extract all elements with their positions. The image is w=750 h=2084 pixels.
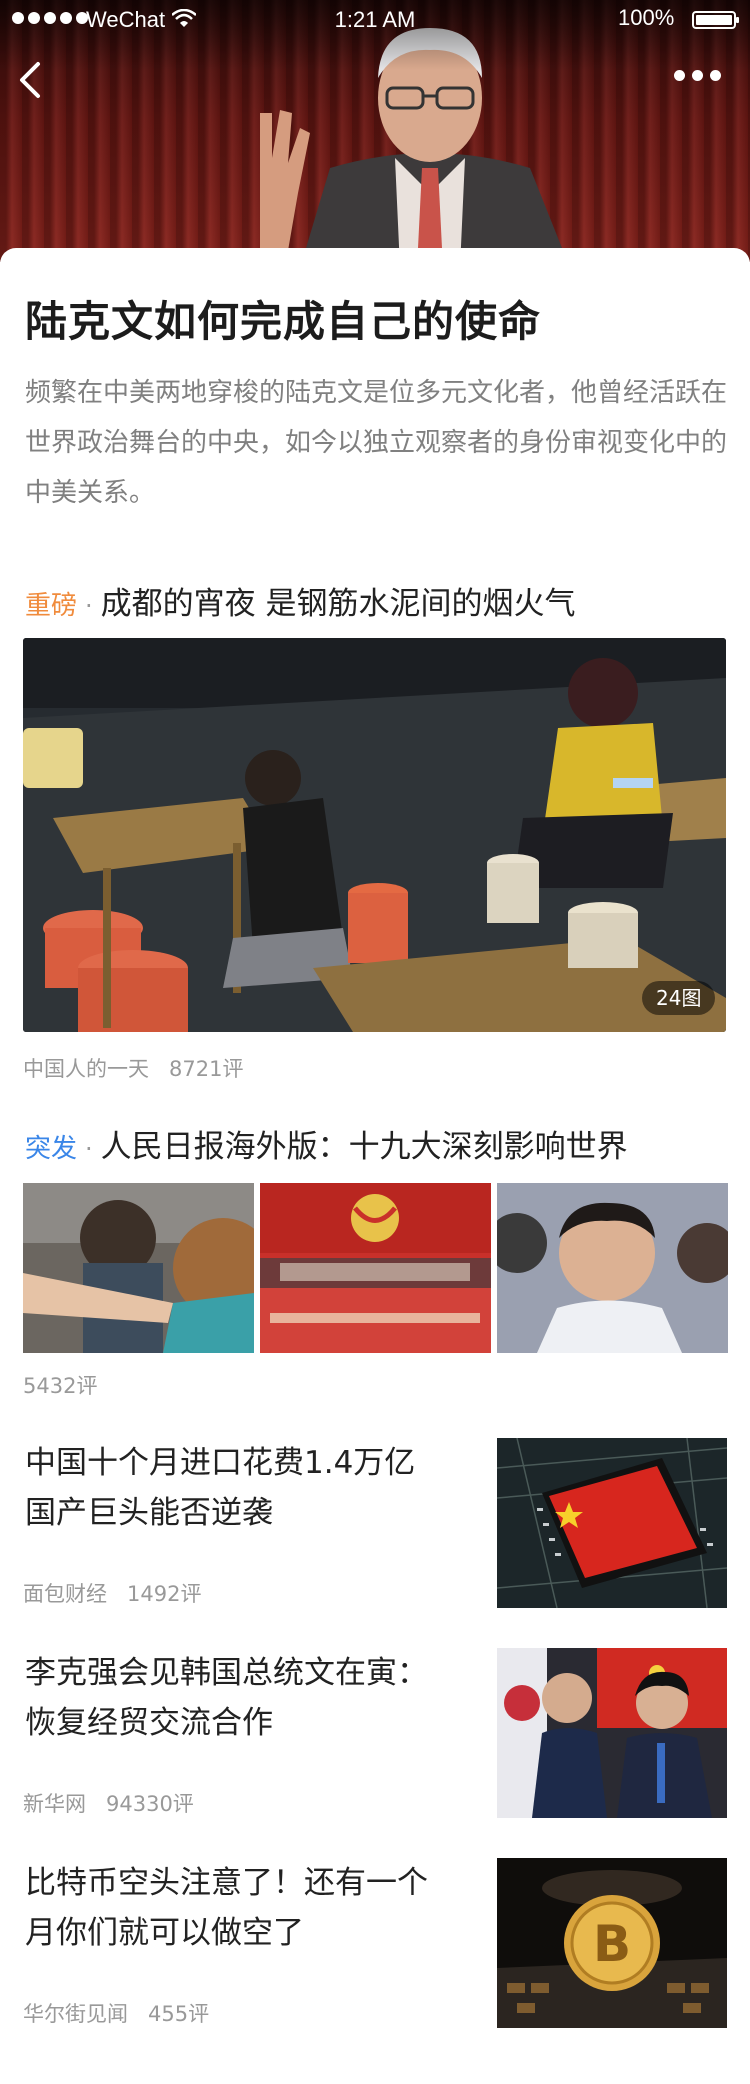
status-bar: WeChat 1:21 AM 100%: [0, 0, 750, 40]
svg-text:B: B: [593, 1915, 631, 1973]
topic-description: 频繁在中美两地穿梭的陆克文是位多元文化者，他曾经活跃在世界政治舞台的中央，如今以…: [25, 378, 728, 508]
article-source: 新华网: [23, 1792, 86, 1816]
xi-jinping-photo[interactable]: [497, 1183, 728, 1353]
thumbnail-strip[interactable]: [23, 1183, 728, 1353]
article-meta: 中国人的一天 8721评: [23, 1053, 243, 1083]
article-source: 中国人的一天: [23, 1057, 149, 1081]
article-title[interactable]: 比特币空头注意了！还有一个月你们就可以做空了: [25, 1858, 445, 1958]
article-meta: 面包财经 1492评: [23, 1578, 201, 1608]
article-meta: 5432评: [23, 1370, 97, 1400]
article-source: 华尔街见闻: [23, 2002, 128, 2026]
article-meta: 华尔街见闻 455评: [23, 1998, 209, 2028]
battery-icon: [692, 11, 739, 29]
article-headline[interactable]: 重磅 · 成都的宵夜 是钢筋水泥间的烟火气: [25, 578, 576, 623]
bitcoin-photo[interactable]: B: [497, 1858, 727, 2028]
article-tag: 重磅: [25, 591, 78, 621]
topic-title: 陆克文如何完成自己的使命: [25, 297, 542, 346]
comment-count: 1492评: [127, 1582, 202, 1606]
wifi-icon: [172, 9, 196, 27]
back-button[interactable]: [14, 58, 46, 102]
article-title: 成都的宵夜 是钢筋水泥间的烟火气: [100, 586, 576, 622]
bullet-separator: ·: [85, 1135, 93, 1163]
night-market-photo[interactable]: [23, 638, 726, 1032]
crowd-photo[interactable]: [23, 1183, 254, 1353]
leaders-meeting-photo[interactable]: [497, 1648, 727, 1818]
topic-content: 陆克文如何完成自己的使命 频繁在中美两地穿梭的陆克文是位多元文化者，他曾经活跃在…: [0, 248, 750, 2084]
article-meta: 新华网 94330评: [23, 1788, 194, 1818]
article-title[interactable]: 李克强会见韩国总统文在寅：恢复经贸交流合作: [25, 1648, 445, 1748]
article-title[interactable]: 中国十个月进口花费1.4万亿 国产巨头能否逆袭: [25, 1438, 445, 1538]
article-title: 人民日报海外版：十九大深刻影响世界: [100, 1129, 628, 1165]
photo-count-badge: 24图: [642, 981, 716, 1015]
comment-count: 94330评: [106, 1792, 194, 1816]
hero-banner: WeChat 1:21 AM 100%: [0, 0, 750, 262]
article-tag: 突发: [25, 1134, 78, 1164]
article-headline[interactable]: 突发 · 人民日报海外版：十九大深刻影响世界: [25, 1121, 628, 1166]
comment-count: 455评: [148, 2002, 210, 2026]
comment-count: 5432评: [23, 1374, 98, 1398]
carrier-name: WeChat: [86, 7, 166, 32]
more-options-button[interactable]: [674, 70, 724, 90]
china-chip-photo[interactable]: [497, 1438, 727, 1608]
article-source: 面包财经: [23, 1582, 107, 1606]
signal-strength-icon: [12, 12, 88, 24]
congress-hall-photo[interactable]: [260, 1183, 491, 1353]
status-time: 1:21 AM: [334, 7, 416, 32]
comment-count: 8721评: [169, 1057, 244, 1081]
bullet-separator: ·: [85, 592, 93, 620]
battery-percentage: 100%: [618, 5, 675, 30]
